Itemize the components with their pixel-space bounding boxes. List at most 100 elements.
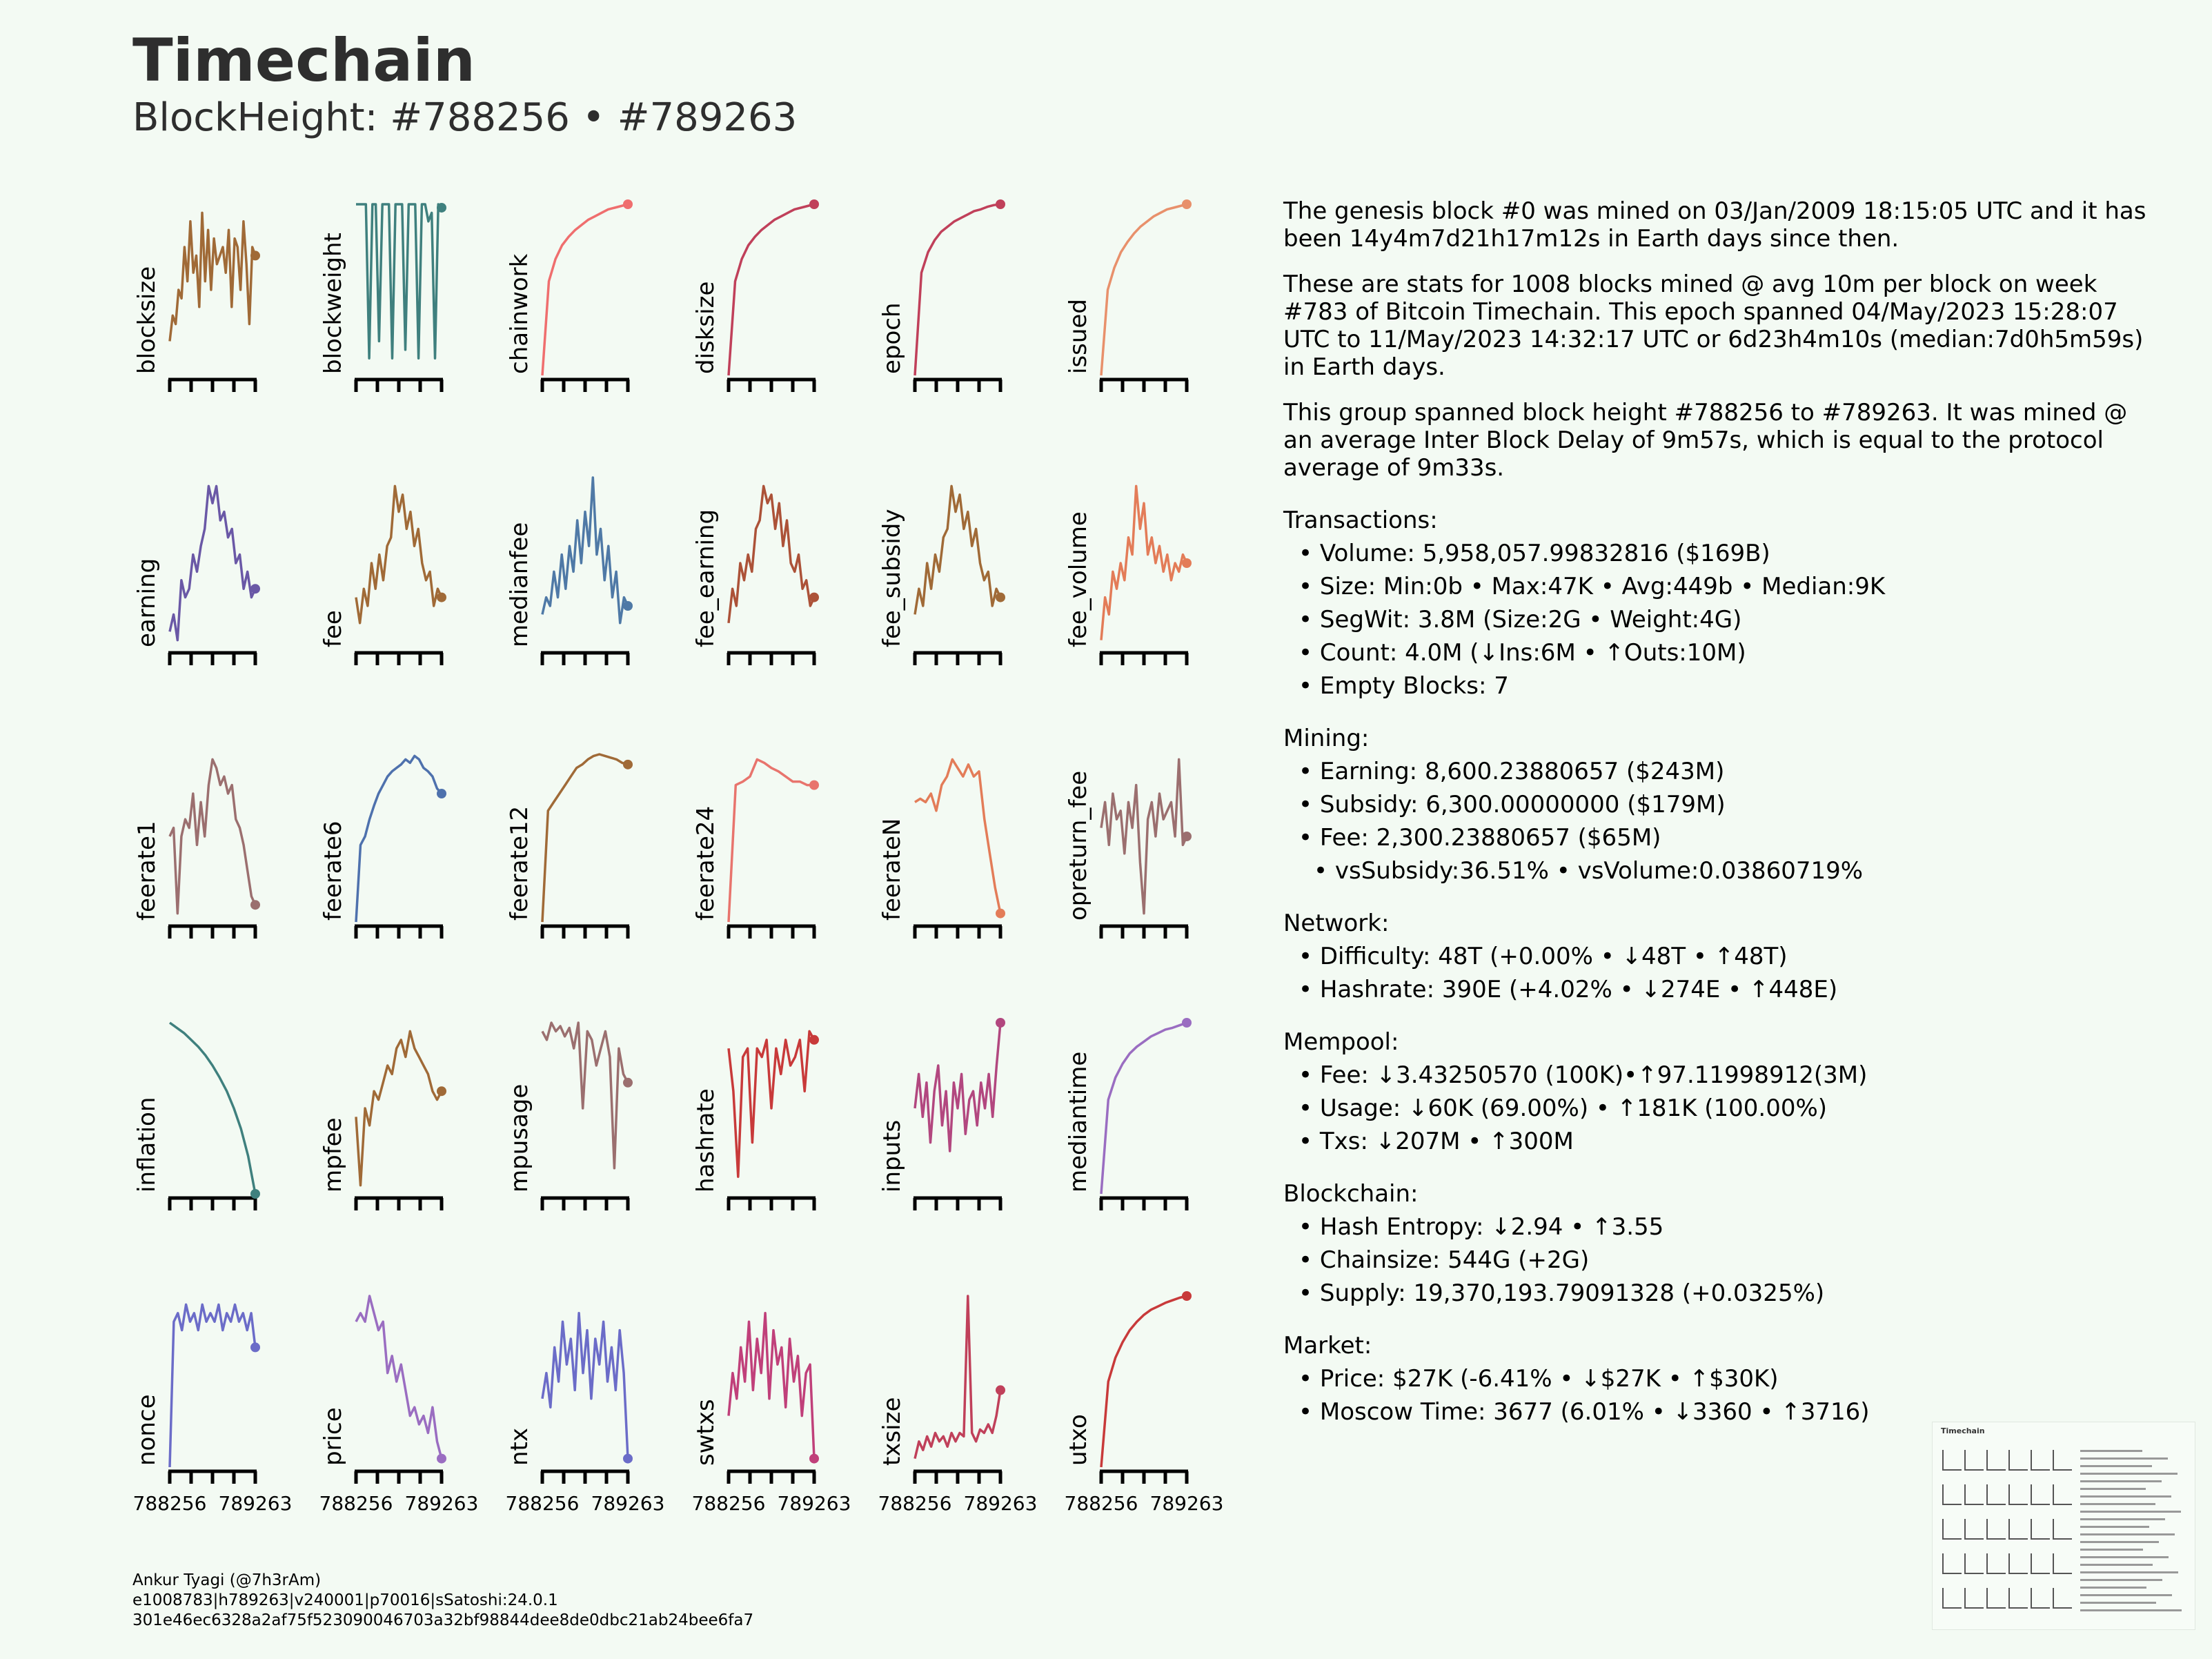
sparkline-panel-swtxs: swtxs 788256 789263 bbox=[692, 1312, 851, 1515]
series-end-marker bbox=[437, 1086, 446, 1097]
panel-label: chainwork bbox=[506, 253, 533, 374]
footer-author: Ankur Tyagi (@7h3rAm) bbox=[132, 1571, 322, 1589]
thumbnail-cell bbox=[2008, 1450, 2028, 1471]
thumbnail-text-line bbox=[2080, 1465, 2152, 1467]
blockchain-heading: Blockchain: bbox=[1283, 1180, 1419, 1208]
series-line-inputs bbox=[914, 1022, 1002, 1152]
thumbnail-cell bbox=[1964, 1484, 1984, 1505]
thumbnail-text-line bbox=[2080, 1488, 2146, 1490]
panel-label: mediantime bbox=[1065, 1052, 1092, 1192]
tx-size: • Size: Min:0b • Max:47K • Avg:449b • Me… bbox=[1298, 573, 1886, 600]
thumbnail-cell bbox=[1942, 1519, 1962, 1540]
thumbnail-cell bbox=[1964, 1588, 1984, 1609]
sparkline-panel-fee_volume: fee_volume bbox=[1065, 484, 1192, 665]
series-line-inflation bbox=[168, 1021, 257, 1195]
tx-segwit: • SegWit: 3.8M (Size:2G • Weight:4G) bbox=[1298, 606, 1742, 634]
series-line-feerate12 bbox=[541, 753, 629, 923]
thumbnail-text-line bbox=[2080, 1518, 2165, 1520]
series-end-marker bbox=[809, 592, 819, 602]
series-end-marker bbox=[996, 592, 1005, 602]
sparkline-panel-feerate1: feerate1 bbox=[133, 758, 260, 939]
mempool-txs: • Txs: ↓207M • ↑300M bbox=[1298, 1128, 1574, 1155]
series-end-marker bbox=[437, 592, 446, 602]
series-end-marker bbox=[437, 789, 446, 798]
thumbnail-cell bbox=[1964, 1553, 1984, 1574]
series-end-marker bbox=[996, 1385, 1005, 1395]
sparkline-panel-fee_subsidy: fee_subsidy bbox=[878, 484, 1005, 665]
thumbnail-cell bbox=[1986, 1450, 2006, 1471]
series-end-marker bbox=[623, 199, 633, 209]
x-tick-label-end: 789263 bbox=[1150, 1492, 1224, 1515]
thumbnail-cell bbox=[1942, 1450, 1962, 1471]
series-line-earning bbox=[168, 484, 257, 642]
blockchain-chainsize: • Chainsize: 544G (+2G) bbox=[1298, 1246, 1590, 1274]
series-line-swtxs bbox=[727, 1312, 816, 1459]
thumbnail-text-line bbox=[2080, 1480, 2162, 1482]
thumbnail-cell bbox=[2031, 1450, 2050, 1471]
series-line-issued bbox=[1100, 203, 1187, 376]
series-line-mpfee bbox=[355, 1030, 443, 1187]
mining-heading: Mining: bbox=[1283, 725, 1370, 752]
sparkline-panel-opreturn_fee: opreturn_fee bbox=[1065, 758, 1192, 939]
thumbnail-title: Timechain bbox=[1941, 1426, 1985, 1435]
market-heading: Market: bbox=[1283, 1332, 1372, 1359]
blockchain-supply: • Supply: 19,370,193.79091328 (+0.0325%) bbox=[1298, 1279, 1825, 1307]
sparkline-panel-blocksize: blocksize bbox=[133, 211, 260, 392]
series-line-blockweight bbox=[356, 203, 443, 360]
thumbnail-preview: Timechain bbox=[1932, 1422, 2195, 1630]
series-line-feerateN bbox=[914, 758, 1002, 914]
x-tick-label-end: 789263 bbox=[219, 1492, 293, 1515]
panel-label: feerate1 bbox=[133, 821, 161, 921]
panel-label: disksize bbox=[692, 282, 720, 374]
series-line-feerate24 bbox=[727, 758, 814, 923]
thumbnail-text-line bbox=[2080, 1609, 2182, 1611]
mining-section: Mining: • Earning: 8,600.23880657 ($243M… bbox=[1283, 725, 2153, 885]
series-end-marker bbox=[250, 1189, 260, 1199]
sparkline-panel-earning: earning bbox=[133, 484, 260, 665]
stats-panel: The genesis block #0 was mined on 03/Jan… bbox=[1283, 197, 2153, 1431]
sparkline-panel-disksize: disksize bbox=[692, 199, 819, 392]
thumbnail-text-line bbox=[2080, 1526, 2149, 1528]
thumbnail-cell bbox=[2053, 1519, 2072, 1540]
panel-label: feerateN bbox=[878, 818, 906, 921]
x-tick-label-start: 788256 bbox=[319, 1492, 393, 1515]
sparkline-panel-chainwork: chainwork bbox=[506, 199, 633, 392]
series-line-fee_volume bbox=[1100, 484, 1188, 640]
panel-label: opreturn_fee bbox=[1065, 771, 1092, 921]
panel-label: mpfee bbox=[319, 1117, 347, 1192]
panel-label: feerate6 bbox=[319, 821, 347, 921]
thumbnail-cell bbox=[2008, 1484, 2028, 1505]
panel-label: fee_subsidy bbox=[878, 509, 906, 647]
series-end-marker bbox=[1182, 832, 1192, 841]
series-end-marker bbox=[996, 199, 1005, 209]
tx-volume: • Volume: 5,958,057.99832816 ($169B) bbox=[1298, 540, 1770, 567]
mempool-section: Mempool: • Fee: ↓3.43250570 (100K)•↑97.1… bbox=[1283, 1028, 2153, 1155]
mempool-heading: Mempool: bbox=[1283, 1028, 1399, 1056]
series-line-mpusage bbox=[541, 1021, 629, 1170]
series-line-mediantime bbox=[1100, 1021, 1187, 1195]
series-end-marker bbox=[809, 199, 819, 209]
sparkline-panel-inputs: inputs bbox=[878, 1018, 1005, 1210]
thumbnail-text-line bbox=[2080, 1556, 2169, 1558]
series-line-ntx bbox=[541, 1312, 629, 1459]
panel-label: epoch bbox=[878, 302, 906, 374]
sparkline-panel-blockweight: blockweight bbox=[319, 202, 446, 392]
series-line-hashrate bbox=[727, 1030, 816, 1178]
panel-label: mpusage bbox=[506, 1084, 533, 1192]
series-line-medianfee bbox=[541, 476, 629, 625]
epoch-paragraph: These are stats for 1008 blocks mined @ … bbox=[1283, 271, 2144, 381]
series-end-marker bbox=[250, 251, 260, 261]
mining-subsidy: • Subsidy: 6,300.00000000 ($179M) bbox=[1298, 791, 1726, 818]
thumbnail-text-line bbox=[2080, 1594, 2172, 1596]
network-difficulty: • Difficulty: 48T (+0.00% • ↓48T • ↑48T) bbox=[1298, 943, 1788, 970]
series-end-marker bbox=[1182, 1018, 1192, 1028]
panel-label: feerate24 bbox=[692, 806, 720, 921]
thumbnail-text-line bbox=[2080, 1533, 2175, 1535]
thumbnail-cell bbox=[1964, 1450, 1984, 1471]
panel-label: feerate12 bbox=[506, 806, 533, 921]
series-line-nonce bbox=[168, 1303, 257, 1468]
series-end-marker bbox=[437, 1453, 446, 1464]
mempool-usage: • Usage: ↓60K (69.00%) • ↑181K (100.00%) bbox=[1298, 1094, 1828, 1122]
sparkline-panel-mpusage: mpusage bbox=[506, 1021, 633, 1210]
thumbnail-cell bbox=[1986, 1553, 2006, 1574]
